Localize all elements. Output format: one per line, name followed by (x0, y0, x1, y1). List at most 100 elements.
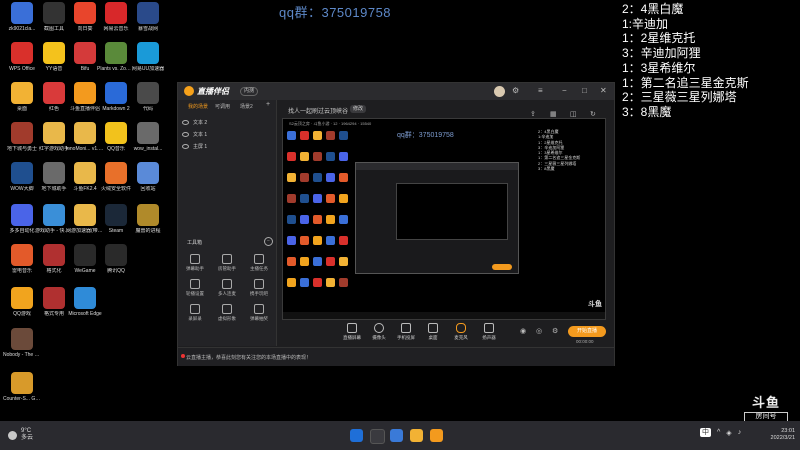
minimize-icon[interactable]: − (562, 86, 567, 96)
tool-room-manager[interactable]: 房管助手 (214, 254, 240, 272)
tab-scene-2[interactable]: 场景2 (240, 103, 253, 110)
desktop-icon[interactable]: Counter-S... Global Off... (3, 372, 41, 402)
add-scene-icon[interactable]: + (266, 101, 270, 108)
desktop-icon[interactable]: 暴雪战网 (130, 2, 166, 32)
tab-available[interactable]: 可调用 (215, 103, 230, 110)
ime-indicator[interactable]: 中 (700, 428, 711, 437)
tab-my-scenes[interactable]: 我的场景 (188, 103, 208, 110)
desktop-icon[interactable]: Microsoft Edge (67, 287, 103, 317)
tool-lottery[interactable]: 弹幕抽奖 (246, 304, 272, 322)
toolbox-collapse-icon[interactable]: − (264, 237, 273, 246)
maximize-icon[interactable]: □ (582, 86, 587, 96)
record-icon[interactable]: ◉ (520, 327, 526, 337)
preview-desktop-icon (300, 278, 309, 287)
start-button-icon[interactable] (350, 429, 363, 442)
search-icon[interactable] (370, 429, 385, 444)
menu-icon[interactable]: ≡ (538, 86, 543, 96)
eye-icon[interactable] (182, 132, 189, 137)
close-icon[interactable]: ✕ (600, 86, 607, 96)
scene-item[interactable]: 主屏 1 (182, 143, 207, 150)
camera-button[interactable]: 摄像头 (367, 323, 391, 341)
volume-icon[interactable]: ♪ (738, 429, 742, 436)
music-icon (11, 244, 33, 266)
settings-icon[interactable]: ⚙ (552, 327, 558, 337)
scene-item[interactable]: 文本 1 (182, 131, 207, 138)
recycle-bin-icon (137, 162, 159, 184)
task-view-icon[interactable] (390, 429, 403, 442)
alert-dot-icon (181, 354, 185, 358)
edit-title-button[interactable]: 修改 (350, 105, 367, 113)
tool-label: 携手玩吧 (250, 291, 268, 296)
desktop-icon[interactable]: 代码 (130, 82, 166, 112)
preview-desktop-icon (326, 278, 335, 287)
tool-multi-mic[interactable]: 多人连麦 (214, 279, 240, 297)
desktop-icon[interactable]: 回收站 (130, 162, 166, 192)
douyu-taskbar-icon[interactable] (430, 429, 443, 442)
network-icon[interactable]: ◈ (726, 429, 731, 437)
ranking-line: 3：8黑魔 (622, 104, 672, 119)
tool-avatar[interactable]: 虚拟形象 (214, 304, 240, 322)
desktop-icon[interactable]: 腾讯QQ (98, 244, 134, 274)
file-explorer-icon[interactable] (410, 429, 423, 442)
tool-danmaku-helper[interactable]: 弹幕助手 (182, 254, 208, 272)
microphone-button[interactable]: 麦克风 (449, 323, 473, 341)
yy-icon (43, 42, 65, 64)
system-tray: 中 ^ ◈ ♪ (700, 428, 741, 437)
preview-desktop-icon (300, 236, 309, 245)
desktop-icon[interactable]: 魔兽的进程 (130, 204, 166, 234)
desktop-button[interactable]: 桌面 (421, 323, 445, 341)
qq-icon (105, 244, 127, 266)
desktop-icon[interactable]: wow_instal... (130, 122, 166, 152)
desktop-icon[interactable]: Nobody - The Turni... (3, 328, 41, 358)
eye-icon[interactable]: ◎ (536, 327, 542, 337)
douyu-logo-icon (184, 86, 194, 96)
tool-play-together[interactable]: 携手玩吧 (246, 279, 272, 297)
preview-desktop-icon (313, 236, 322, 245)
preview-ranking-line: 3：8黑魔 (538, 166, 555, 172)
tool-screen-record[interactable]: 录屏录 (182, 304, 208, 322)
tool-label: 弹幕抽奖 (250, 316, 268, 321)
room-info: S2云顶之弈 · 斗鱼小游 · 12 · 1964294 · 15540 (289, 121, 372, 126)
phone-cast-button[interactable]: 手机投屏 (394, 323, 418, 341)
stream-title[interactable]: 找人一起刷过云顶峡谷 (288, 106, 348, 115)
qq-music-icon (105, 122, 127, 144)
tool-icon (190, 279, 200, 289)
app-icon (137, 122, 159, 144)
clock[interactable]: 23:01 2022/3/21 (755, 428, 795, 442)
tool-carousel[interactable]: 轮播设置 (182, 279, 208, 297)
preview-desktop-icon (287, 131, 296, 140)
preview-desktop-icon (287, 173, 296, 182)
speaker-button[interactable]: 扬声器 (477, 323, 501, 341)
start-live-button[interactable]: 开始直播 (568, 326, 606, 337)
tool-anchor-task[interactable]: 主播任务 (246, 254, 272, 272)
avatar[interactable] (494, 86, 505, 97)
qq-game-icon (11, 287, 33, 309)
phone-icon (401, 323, 411, 333)
app-title-bar[interactable]: 直播伴侣 内测 ⚙ ≡ − □ ✕ (178, 83, 614, 100)
ranking-line: 1:辛迪加 (622, 16, 669, 31)
preview-desktop-icon (287, 152, 296, 161)
settings-icon[interactable]: ⚙ (512, 86, 519, 96)
weather-widget[interactable]: 9°C 多云 (8, 428, 33, 442)
tool-icon (222, 254, 232, 264)
tool-label: 轮播设置 (186, 291, 204, 296)
folder-icon (74, 122, 96, 144)
scene-item[interactable]: 文本 2 (182, 119, 207, 126)
preview-desktop-icon (313, 194, 322, 203)
eye-icon[interactable] (182, 144, 189, 149)
ranking-line: 3：辛迪加阿狸 (622, 46, 701, 61)
folder-icon (74, 204, 96, 226)
app-icon (43, 82, 65, 104)
stream-preview[interactable]: S2云顶之弈 · 斗鱼小游 · 12 · 1964294 · 15540 qq群… (282, 118, 606, 320)
screen-capture-button[interactable]: 直播屏幕 (340, 323, 364, 341)
pet-icon (11, 82, 33, 104)
eye-icon[interactable] (182, 120, 189, 125)
preview-ranking-line: 1：第二名追三星金克斯 (538, 155, 581, 161)
desktop-icon[interactable]: 网易UU加速器 (130, 42, 166, 72)
game-icon (43, 162, 65, 184)
preview-desktop-icon (287, 194, 296, 203)
tool-label: 桌面 (428, 335, 438, 340)
preview-taskbar (283, 312, 605, 319)
chevron-up-icon[interactable]: ^ (717, 429, 720, 436)
game-icon (11, 328, 33, 350)
